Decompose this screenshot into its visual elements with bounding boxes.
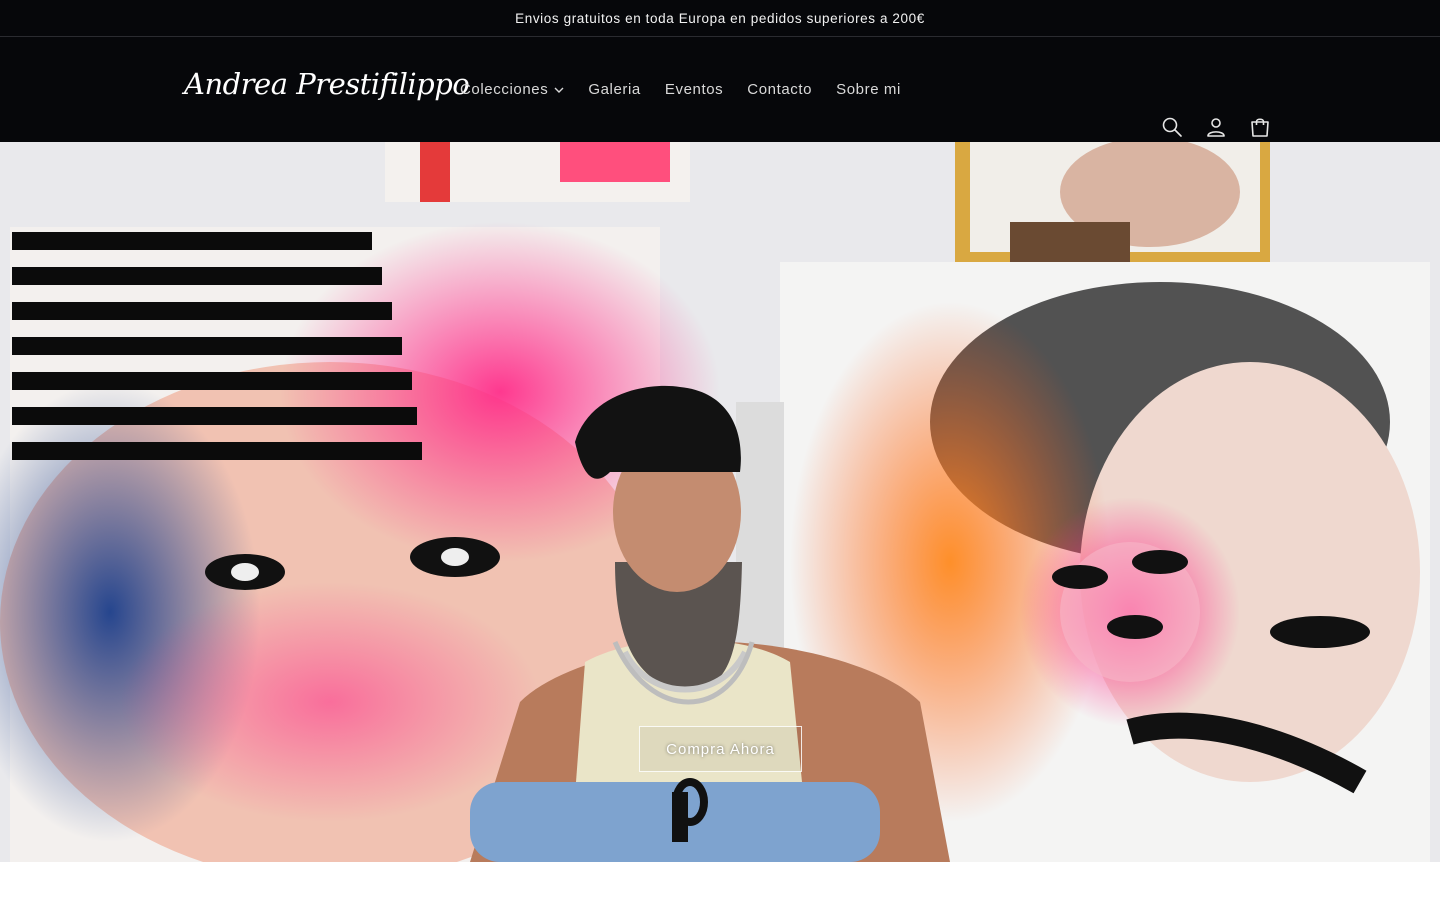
account-icon xyxy=(1207,118,1225,137)
announcement-text: Envios gratuitos en toda Europa en pedid… xyxy=(515,10,925,26)
hero-banner: Compra Ahora xyxy=(0,142,1440,862)
main-nav: Colecciones Galeria Eventos Contacto Sob… xyxy=(448,73,913,106)
site-header: Andrea Prestifilippo Colecciones Galeria… xyxy=(0,37,1440,142)
shop-now-button[interactable]: Compra Ahora xyxy=(639,726,802,772)
nav-item-galeria[interactable]: Galeria xyxy=(576,73,653,106)
site-logo[interactable]: Andrea Prestifilippo xyxy=(184,67,470,101)
page-content-start xyxy=(0,862,1440,900)
nav-item-label: Colecciones xyxy=(460,81,549,98)
nav-item-colecciones[interactable]: Colecciones xyxy=(448,73,576,106)
nav-item-contacto[interactable]: Contacto xyxy=(735,73,824,106)
chevron-down-icon xyxy=(554,87,564,93)
nav-item-sobre-mi[interactable]: Sobre mi xyxy=(824,73,913,106)
nav-item-eventos[interactable]: Eventos xyxy=(653,73,735,106)
cart-icon xyxy=(1251,118,1269,137)
search-icon xyxy=(1162,117,1182,137)
announcement-bar: Envios gratuitos en toda Europa en pedid… xyxy=(0,0,1440,37)
